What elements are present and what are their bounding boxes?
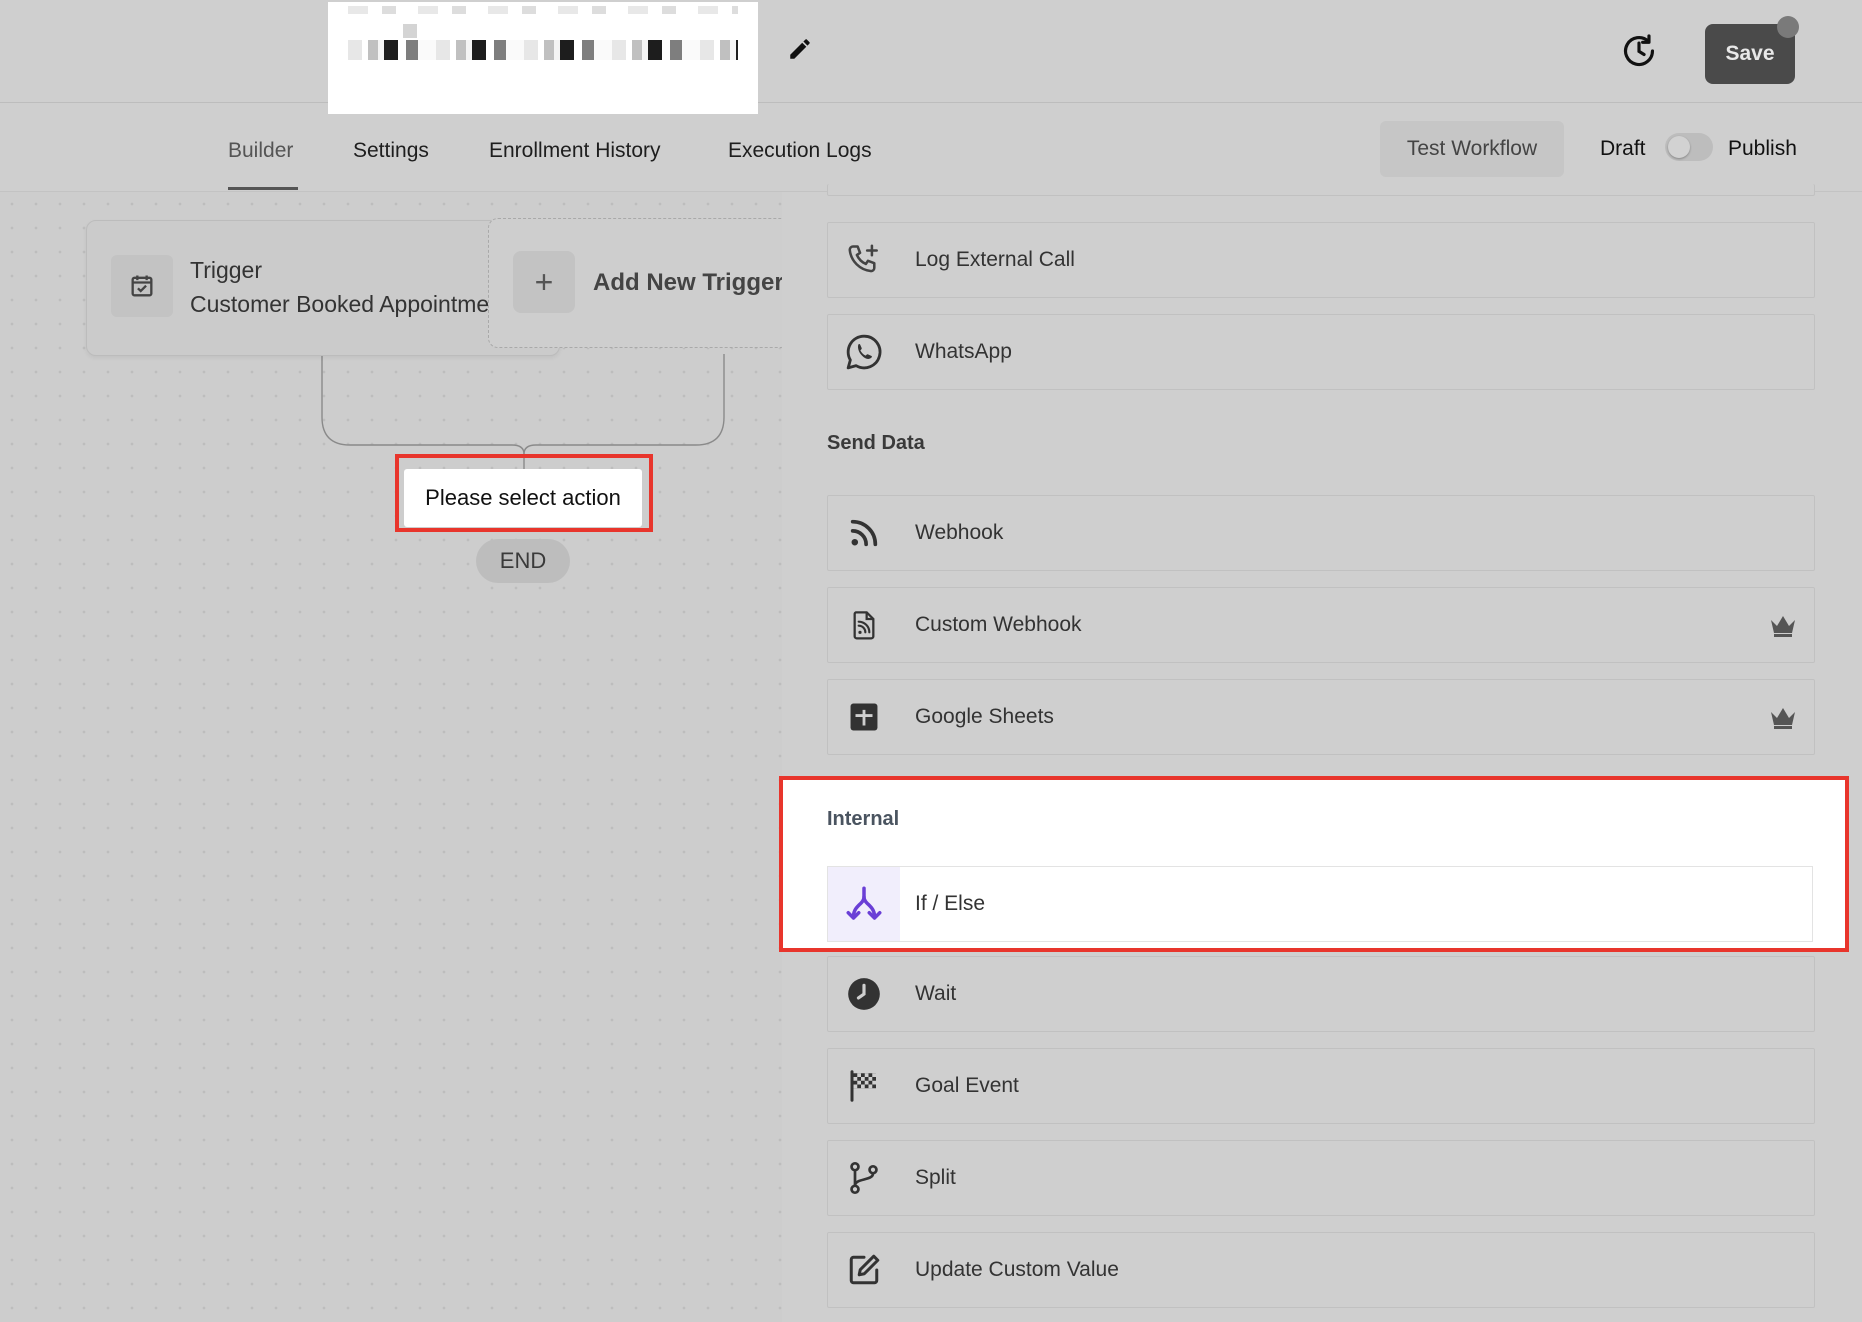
pencil-icon[interactable] (787, 36, 813, 62)
tab-settings[interactable]: Settings (353, 139, 429, 163)
redacted-text (348, 40, 738, 60)
edit-square-icon (828, 1233, 900, 1307)
whatsapp-icon (828, 315, 900, 389)
action-wait[interactable]: Wait (827, 956, 1815, 1032)
action-if-else[interactable]: If / Else (827, 866, 1813, 942)
action-label: Wait (915, 982, 957, 1005)
action-label: Log External Call (915, 248, 1075, 271)
action-label: If / Else (915, 892, 986, 915)
tab-enrollment-history[interactable]: Enrollment History (489, 139, 661, 163)
premium-crown-icon (1771, 708, 1795, 729)
sheets-icon (828, 680, 900, 754)
action-label: Split (915, 1166, 956, 1189)
add-trigger-label: Add New Trigger (593, 269, 784, 296)
tab-builder[interactable]: Builder (228, 139, 293, 163)
test-workflow-button[interactable]: Test Workflow (1380, 121, 1564, 177)
redacted-text (348, 6, 738, 14)
section-title-internal: Internal (827, 808, 900, 830)
split-arrows-icon (828, 867, 900, 941)
action-whatsapp[interactable]: WhatsApp (827, 314, 1815, 390)
add-new-trigger-card[interactable]: + Add New Trigger (488, 218, 790, 348)
clock-icon (828, 957, 900, 1031)
action-log-external-call[interactable]: Log External Call (827, 222, 1815, 298)
action-goal-event[interactable]: Goal Event (827, 1048, 1815, 1124)
active-tab-indicator (228, 187, 298, 190)
workflow-canvas[interactable]: Trigger Customer Booked Appointment + Ad… (0, 192, 790, 1322)
action-google-sheets[interactable]: Google Sheets (827, 679, 1815, 755)
redacted-text (403, 24, 417, 38)
action-custom-webhook[interactable]: Custom Webhook (827, 587, 1815, 663)
rss-icon (828, 496, 900, 570)
section-title-send-data: Send Data (827, 432, 925, 454)
action-webhook[interactable]: Webhook (827, 495, 1815, 571)
phone-plus-icon (828, 223, 900, 297)
action-label: Goal Event (915, 1074, 1019, 1097)
publish-label: Publish (1728, 137, 1797, 160)
internal-section-highlight: Internal If / Else (779, 776, 1849, 952)
tab-execution-logs[interactable]: Execution Logs (728, 139, 872, 163)
list-item-partial (827, 184, 1815, 196)
end-node: END (476, 539, 570, 583)
history-icon[interactable] (1620, 32, 1658, 70)
git-branch-icon (828, 1141, 900, 1215)
action-label: Custom Webhook (915, 613, 1082, 636)
trigger-title: Trigger (190, 257, 262, 283)
premium-crown-icon (1771, 616, 1795, 637)
calendar-check-icon (111, 255, 173, 317)
workflow-nav: Builder Settings Enrollment History Exec… (0, 103, 1862, 192)
plus-icon: + (513, 251, 575, 313)
action-label: Update Custom Value (915, 1258, 1119, 1281)
trigger-subtitle: Customer Booked Appointment (190, 291, 490, 317)
publish-toggle[interactable] (1665, 133, 1713, 161)
unsaved-indicator-dot (1777, 16, 1799, 38)
file-rss-icon (828, 588, 900, 662)
workflow-title-redacted[interactable] (328, 2, 758, 114)
checkered-flag-icon (828, 1049, 900, 1123)
action-label: WhatsApp (915, 340, 1012, 363)
actions-panel: Log External Call WhatsApp Send Data Web… (779, 184, 1862, 1322)
action-label: Google Sheets (915, 705, 1054, 728)
select-action-node[interactable]: Please select action (404, 469, 642, 527)
toggle-knob (1668, 136, 1690, 158)
draft-label: Draft (1600, 137, 1646, 160)
top-header: Save (0, 0, 1862, 114)
action-split[interactable]: Split (827, 1140, 1815, 1216)
action-update-custom-value[interactable]: Update Custom Value (827, 1232, 1815, 1308)
action-label: Webhook (915, 521, 1004, 544)
